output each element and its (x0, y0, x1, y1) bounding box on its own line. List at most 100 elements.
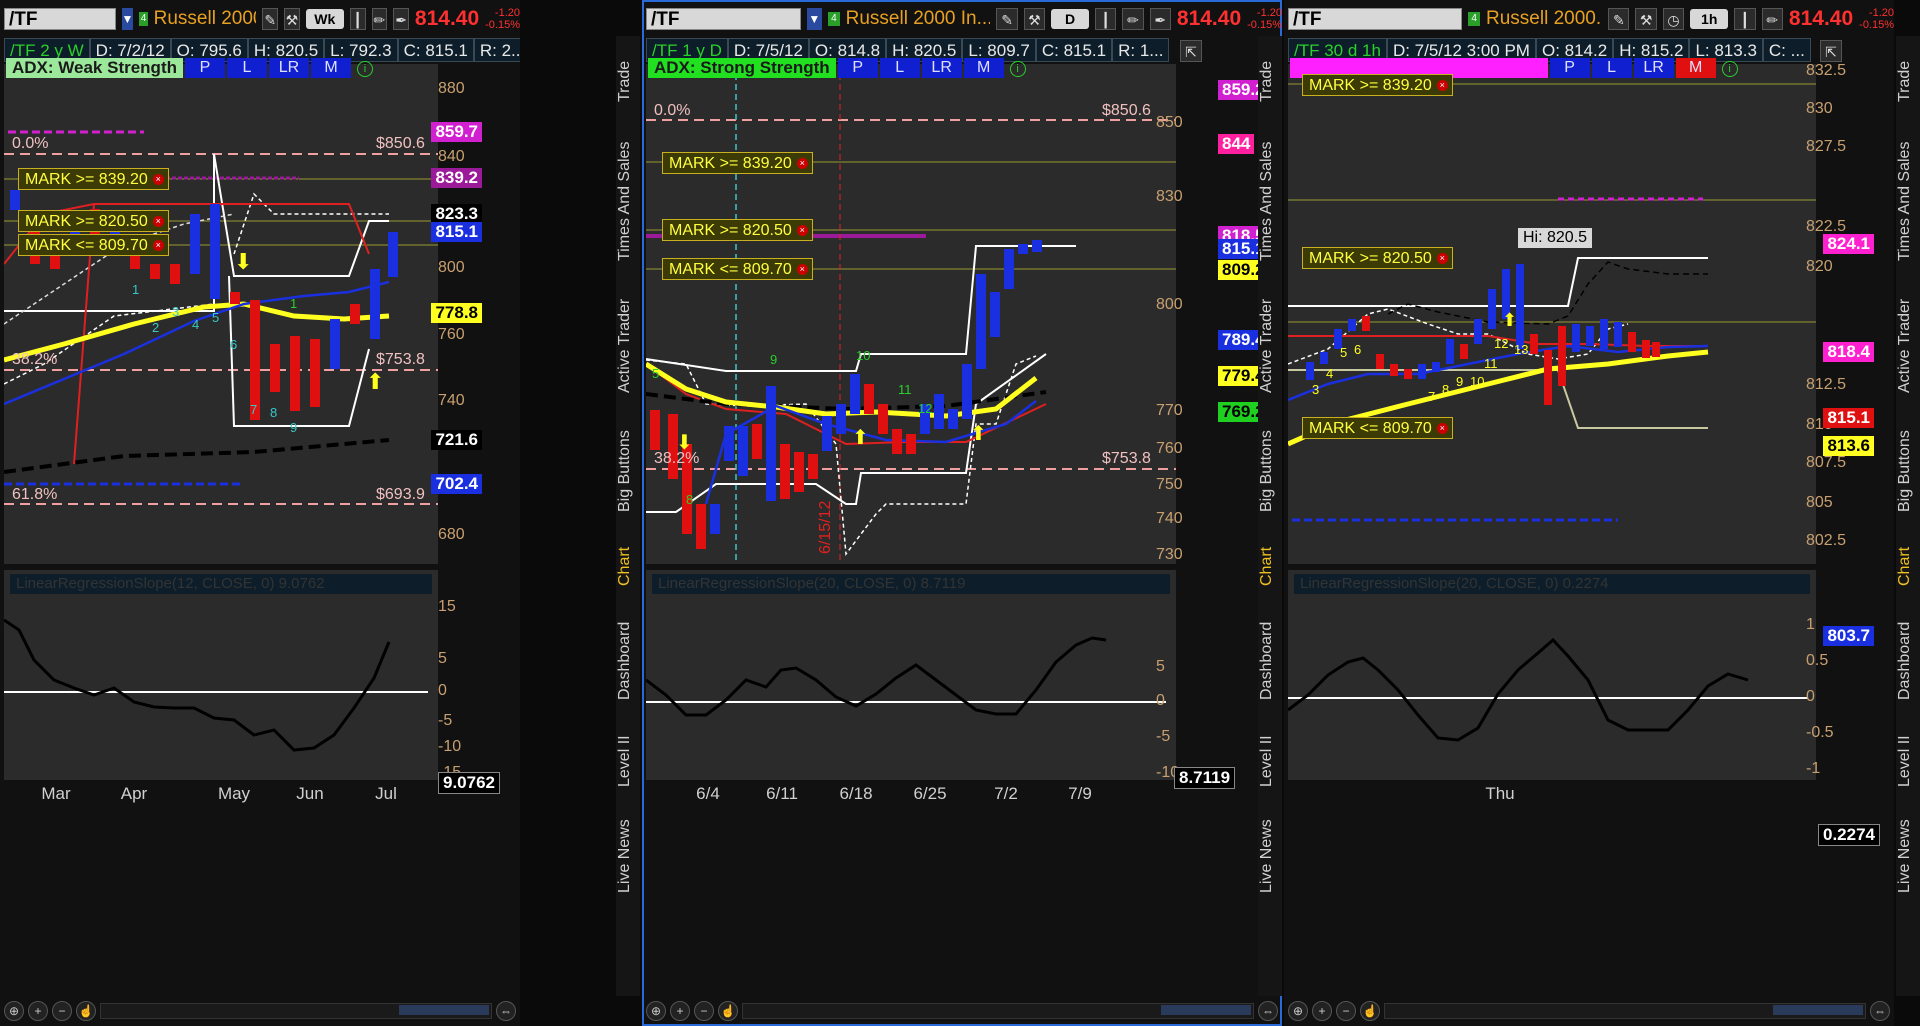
study-plot[interactable]: LinearRegressionSlope(20, CLOSE, 0) 8.71… (645, 570, 1176, 780)
close-icon[interactable]: × (152, 216, 164, 227)
info-icon[interactable]: i (1009, 61, 1026, 77)
adx-button-m[interactable]: M (963, 58, 1004, 78)
style-icon[interactable]: ✒ (393, 8, 409, 30)
adx-button-m[interactable]: M (311, 58, 351, 78)
hand-icon[interactable]: ☝ (718, 1001, 738, 1021)
side-tab-chart[interactable]: Chart (1258, 536, 1282, 596)
side-tab-trade[interactable]: Trade (1896, 46, 1920, 116)
scroll-thumb[interactable] (399, 1005, 489, 1015)
cursor-icon[interactable]: ⇱ (1820, 40, 1842, 62)
candle-style-icon[interactable]: ┃ (349, 8, 366, 30)
side-tab-trade[interactable]: Trade (1258, 46, 1282, 116)
candle-style-icon[interactable]: ┃ (1095, 8, 1117, 30)
close-icon[interactable]: × (796, 158, 808, 169)
price-plot[interactable]: ⬆ 3 4 5 6 7 8 9 10 11 12 13 ADX: Accumul… (1288, 58, 1816, 564)
side-tab-chart[interactable]: Chart (1896, 536, 1920, 596)
wrench-icon[interactable]: ⚒ (284, 8, 300, 30)
adx-button-lr[interactable]: LR (269, 58, 309, 78)
time-scrollbar[interactable] (742, 1003, 1254, 1019)
side-tab-level-ii[interactable]: Level II (1896, 726, 1920, 796)
close-icon[interactable]: × (796, 225, 808, 236)
study-plot[interactable]: LinearRegressionSlope(20, CLOSE, 0) 0.22… (1287, 570, 1816, 780)
zoom-out-icon[interactable]: − (1336, 1001, 1356, 1021)
alert-mark-2[interactable]: MARK >= 820.50 × (1302, 247, 1453, 269)
drawing-tool-icon[interactable]: ✎ (262, 8, 279, 30)
time-scrollbar[interactable] (100, 1003, 492, 1019)
zoom-out-icon[interactable]: − (52, 1001, 72, 1021)
side-tab-level-ii[interactable]: Level II (1258, 726, 1282, 796)
expand-icon[interactable]: ⇔ (496, 1001, 516, 1021)
crosshair-icon[interactable]: ⊕ (646, 1001, 666, 1021)
pencil-icon[interactable]: ✏ (1761, 8, 1783, 30)
aggregation-button[interactable]: D (1051, 9, 1089, 29)
link-badge-icon[interactable]: 4 (1468, 12, 1480, 26)
alert-mark-2[interactable]: MARK >= 820.50 × (662, 219, 813, 241)
side-tab-dashboard[interactable]: Dashboard (1896, 606, 1920, 716)
scroll-thumb[interactable] (1773, 1005, 1863, 1015)
alert-mark-3[interactable]: MARK <= 809.70 × (1302, 417, 1453, 439)
adx-button-l[interactable]: L (879, 58, 920, 78)
clock-icon[interactable]: ◷ (1662, 8, 1685, 30)
adx-button-lr[interactable]: LR (1633, 58, 1674, 78)
alert-mark-1[interactable]: MARK >= 839.20 × (18, 168, 169, 190)
wrench-icon[interactable]: ⚒ (1023, 8, 1045, 30)
aggregation-button[interactable]: 1h (1690, 9, 1729, 29)
side-tab-active-trader[interactable]: Active Trader (1896, 286, 1920, 406)
style-icon[interactable]: ✒ (1149, 8, 1171, 30)
adx-button-m[interactable]: M (1675, 58, 1716, 78)
candle-style-icon[interactable]: ┃ (1734, 8, 1756, 30)
side-tab-active-trader[interactable]: Active Trader (616, 286, 640, 406)
hand-icon[interactable]: ☝ (1360, 1001, 1380, 1021)
close-icon[interactable]: × (1436, 423, 1448, 434)
adx-button-l[interactable]: L (1591, 58, 1632, 78)
zoom-in-icon[interactable]: + (1312, 1001, 1332, 1021)
symbol-input[interactable]: /TF (4, 8, 116, 30)
close-icon[interactable]: × (1436, 253, 1448, 264)
side-tab-big-buttons[interactable]: Big Buttons (1896, 416, 1920, 526)
side-tab-live-news[interactable]: Live News (616, 806, 640, 906)
symbol-dropdown-icon[interactable]: ▼ (806, 8, 823, 30)
alert-mark-3[interactable]: MARK <= 809.70 × (18, 234, 169, 256)
adx-button-p[interactable]: P (1549, 58, 1590, 78)
close-icon[interactable]: × (796, 264, 808, 275)
crosshair-icon[interactable]: ⊕ (1288, 1001, 1308, 1021)
pencil-icon[interactable]: ✏ (371, 8, 388, 30)
close-icon[interactable]: × (1436, 80, 1448, 91)
symbol-input[interactable]: /TF (1288, 8, 1463, 30)
drawing-tool-icon[interactable]: ✎ (1608, 8, 1630, 30)
side-tab-chart[interactable]: Chart (616, 536, 640, 596)
side-tab-times-and-sales[interactable]: Times And Sales (1896, 126, 1920, 276)
side-tab-times-and-sales[interactable]: Times And Sales (616, 126, 640, 276)
expand-icon[interactable]: ⇔ (1258, 1001, 1278, 1021)
adx-button-l[interactable]: L (227, 58, 267, 78)
adx-button-lr[interactable]: LR (921, 58, 962, 78)
side-tab-live-news[interactable]: Live News (1896, 806, 1920, 906)
side-tab-live-news[interactable]: Live News (1258, 806, 1282, 906)
adx-button-p[interactable]: P (185, 58, 225, 78)
study-plot[interactable]: LinearRegressionSlope(12, CLOSE, 0) 9.07… (3, 570, 438, 780)
side-tab-times-and-sales[interactable]: Times And Sales (1258, 126, 1282, 276)
close-icon[interactable]: × (152, 174, 164, 185)
side-tab-dashboard[interactable]: Dashboard (616, 606, 640, 716)
side-tab-trade[interactable]: Trade (616, 46, 640, 116)
info-icon[interactable]: i (1721, 61, 1738, 77)
scroll-thumb[interactable] (1161, 1005, 1251, 1015)
alert-mark-2[interactable]: MARK >= 820.50 × (18, 210, 169, 232)
alert-mark-1[interactable]: MARK >= 839.20 × (1302, 74, 1453, 96)
price-plot[interactable]: ⬇ ⬆ ⬆ 5 9 10 11 12 8 6/15/12 ADX: Strong… (646, 58, 1176, 564)
side-tab-big-buttons[interactable]: Big Buttons (616, 416, 640, 526)
side-tab-big-buttons[interactable]: Big Buttons (1258, 416, 1282, 526)
close-icon[interactable]: × (152, 240, 164, 251)
zoom-in-icon[interactable]: + (28, 1001, 48, 1021)
side-tab-level-ii[interactable]: Level II (616, 726, 640, 796)
symbol-input[interactable]: /TF (646, 8, 801, 30)
symbol-dropdown-icon[interactable]: ▼ (121, 8, 134, 30)
zoom-in-icon[interactable]: + (670, 1001, 690, 1021)
aggregation-button[interactable]: Wk (305, 9, 344, 29)
price-plot[interactable]: ⬇ ⬆ 1 2 3 4 5 6 7 8 9 1 ADX: Weak Streng… (4, 58, 438, 564)
zoom-out-icon[interactable]: − (694, 1001, 714, 1021)
cursor-icon[interactable]: ⇱ (1180, 40, 1202, 62)
alert-mark-1[interactable]: MARK >= 839.20 × (662, 152, 813, 174)
adx-button-p[interactable]: P (837, 58, 878, 78)
time-scrollbar[interactable] (1384, 1003, 1866, 1019)
